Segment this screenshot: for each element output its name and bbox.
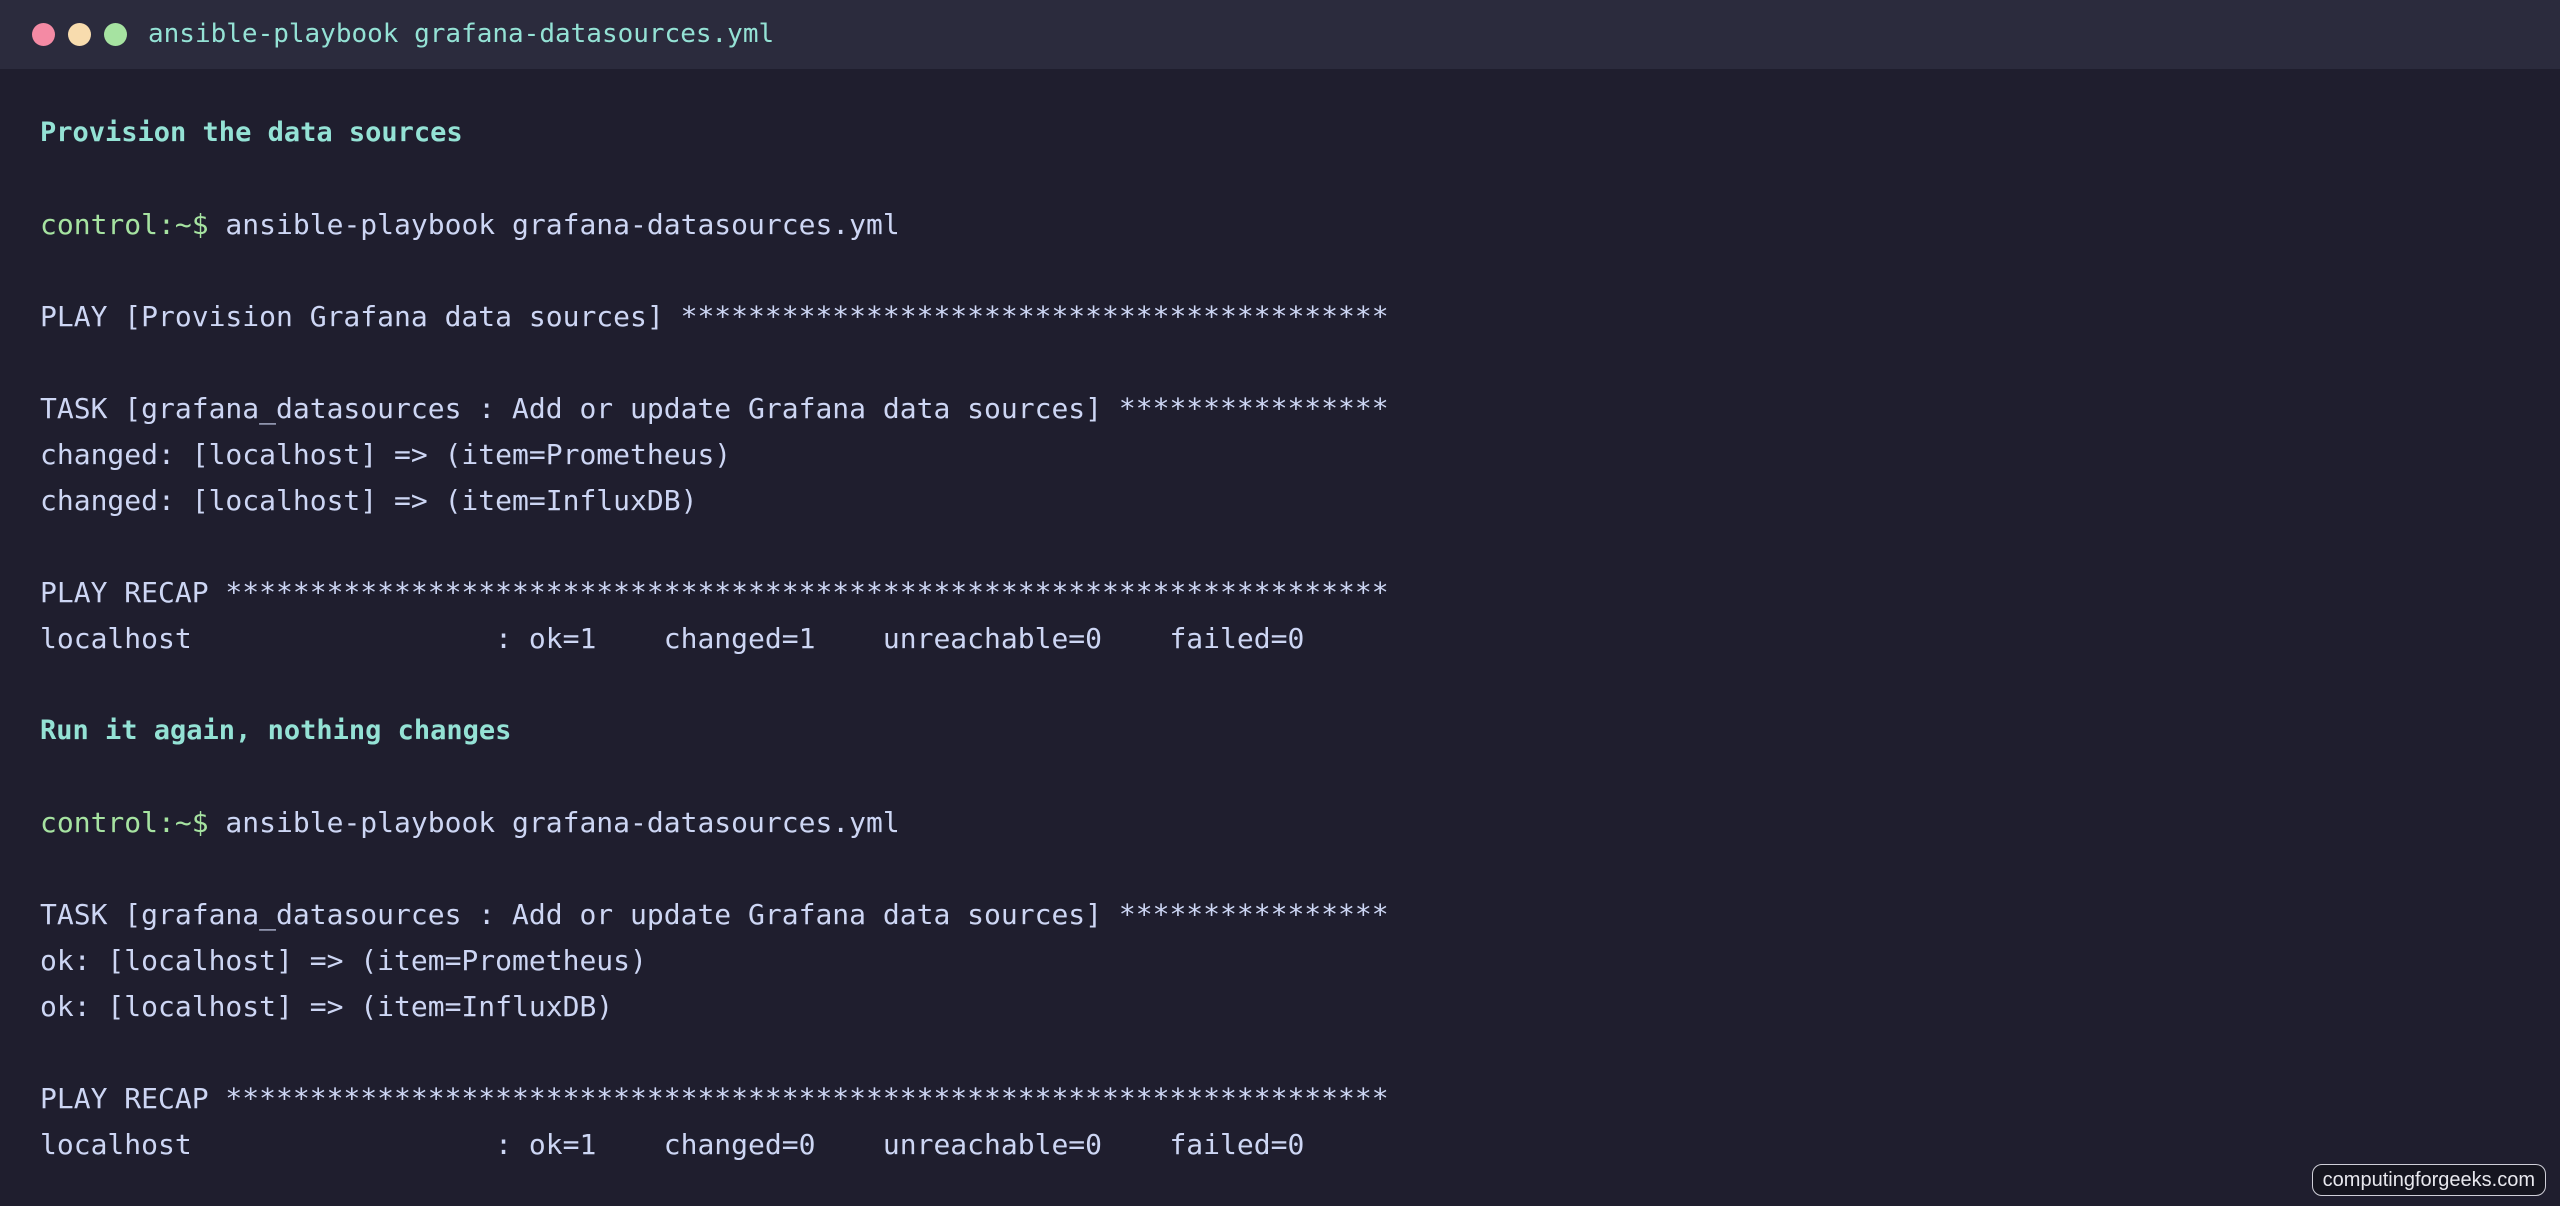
shell-prompt: control:~$	[40, 806, 209, 839]
command-text: ansible-playbook grafana-datasources.yml	[208, 208, 900, 241]
section-heading-provision: Provision the data sources	[40, 117, 463, 148]
title-bar: ansible-playbook grafana-datasources.yml	[0, 0, 2560, 69]
task-line: TASK [grafana_datasources : Add or updat…	[40, 898, 1389, 931]
terminal-output[interactable]: Provision the data sources control:~$ an…	[40, 110, 2520, 1168]
play-recap-header: PLAY RECAP *****************************…	[40, 576, 1389, 609]
shell-prompt: control:~$	[40, 208, 209, 241]
play-recap-header: PLAY RECAP *****************************…	[40, 1082, 1389, 1115]
play-recap-line: localhost : ok=1 changed=1 unreachable=0…	[40, 622, 1305, 655]
command-line: control:~$ ansible-playbook grafana-data…	[40, 800, 2520, 846]
watermark: computingforgeeks.com	[2311, 1164, 2546, 1196]
maximize-window-button[interactable]	[104, 23, 127, 46]
task-line: TASK [grafana_datasources : Add or updat…	[40, 392, 1389, 425]
task-result-line: ok: [localhost] => (item=Prometheus)	[40, 944, 647, 977]
task-result-line: changed: [localhost] => (item=InfluxDB)	[40, 484, 698, 517]
task-result-line: changed: [localhost] => (item=Prometheus…	[40, 438, 732, 471]
minimize-window-button[interactable]	[68, 23, 91, 46]
play-recap-line: localhost : ok=1 changed=0 unreachable=0…	[40, 1128, 1305, 1161]
task-result-line: ok: [localhost] => (item=InfluxDB)	[40, 990, 614, 1023]
window-title: ansible-playbook grafana-datasources.yml	[148, 19, 775, 49]
section-heading-rerun: Run it again, nothing changes	[40, 715, 512, 746]
command-text: ansible-playbook grafana-datasources.yml	[208, 806, 900, 839]
close-window-button[interactable]	[32, 23, 55, 46]
play-line: PLAY [Provision Grafana data sources] **…	[40, 300, 1389, 333]
command-line: control:~$ ansible-playbook grafana-data…	[40, 202, 2520, 248]
